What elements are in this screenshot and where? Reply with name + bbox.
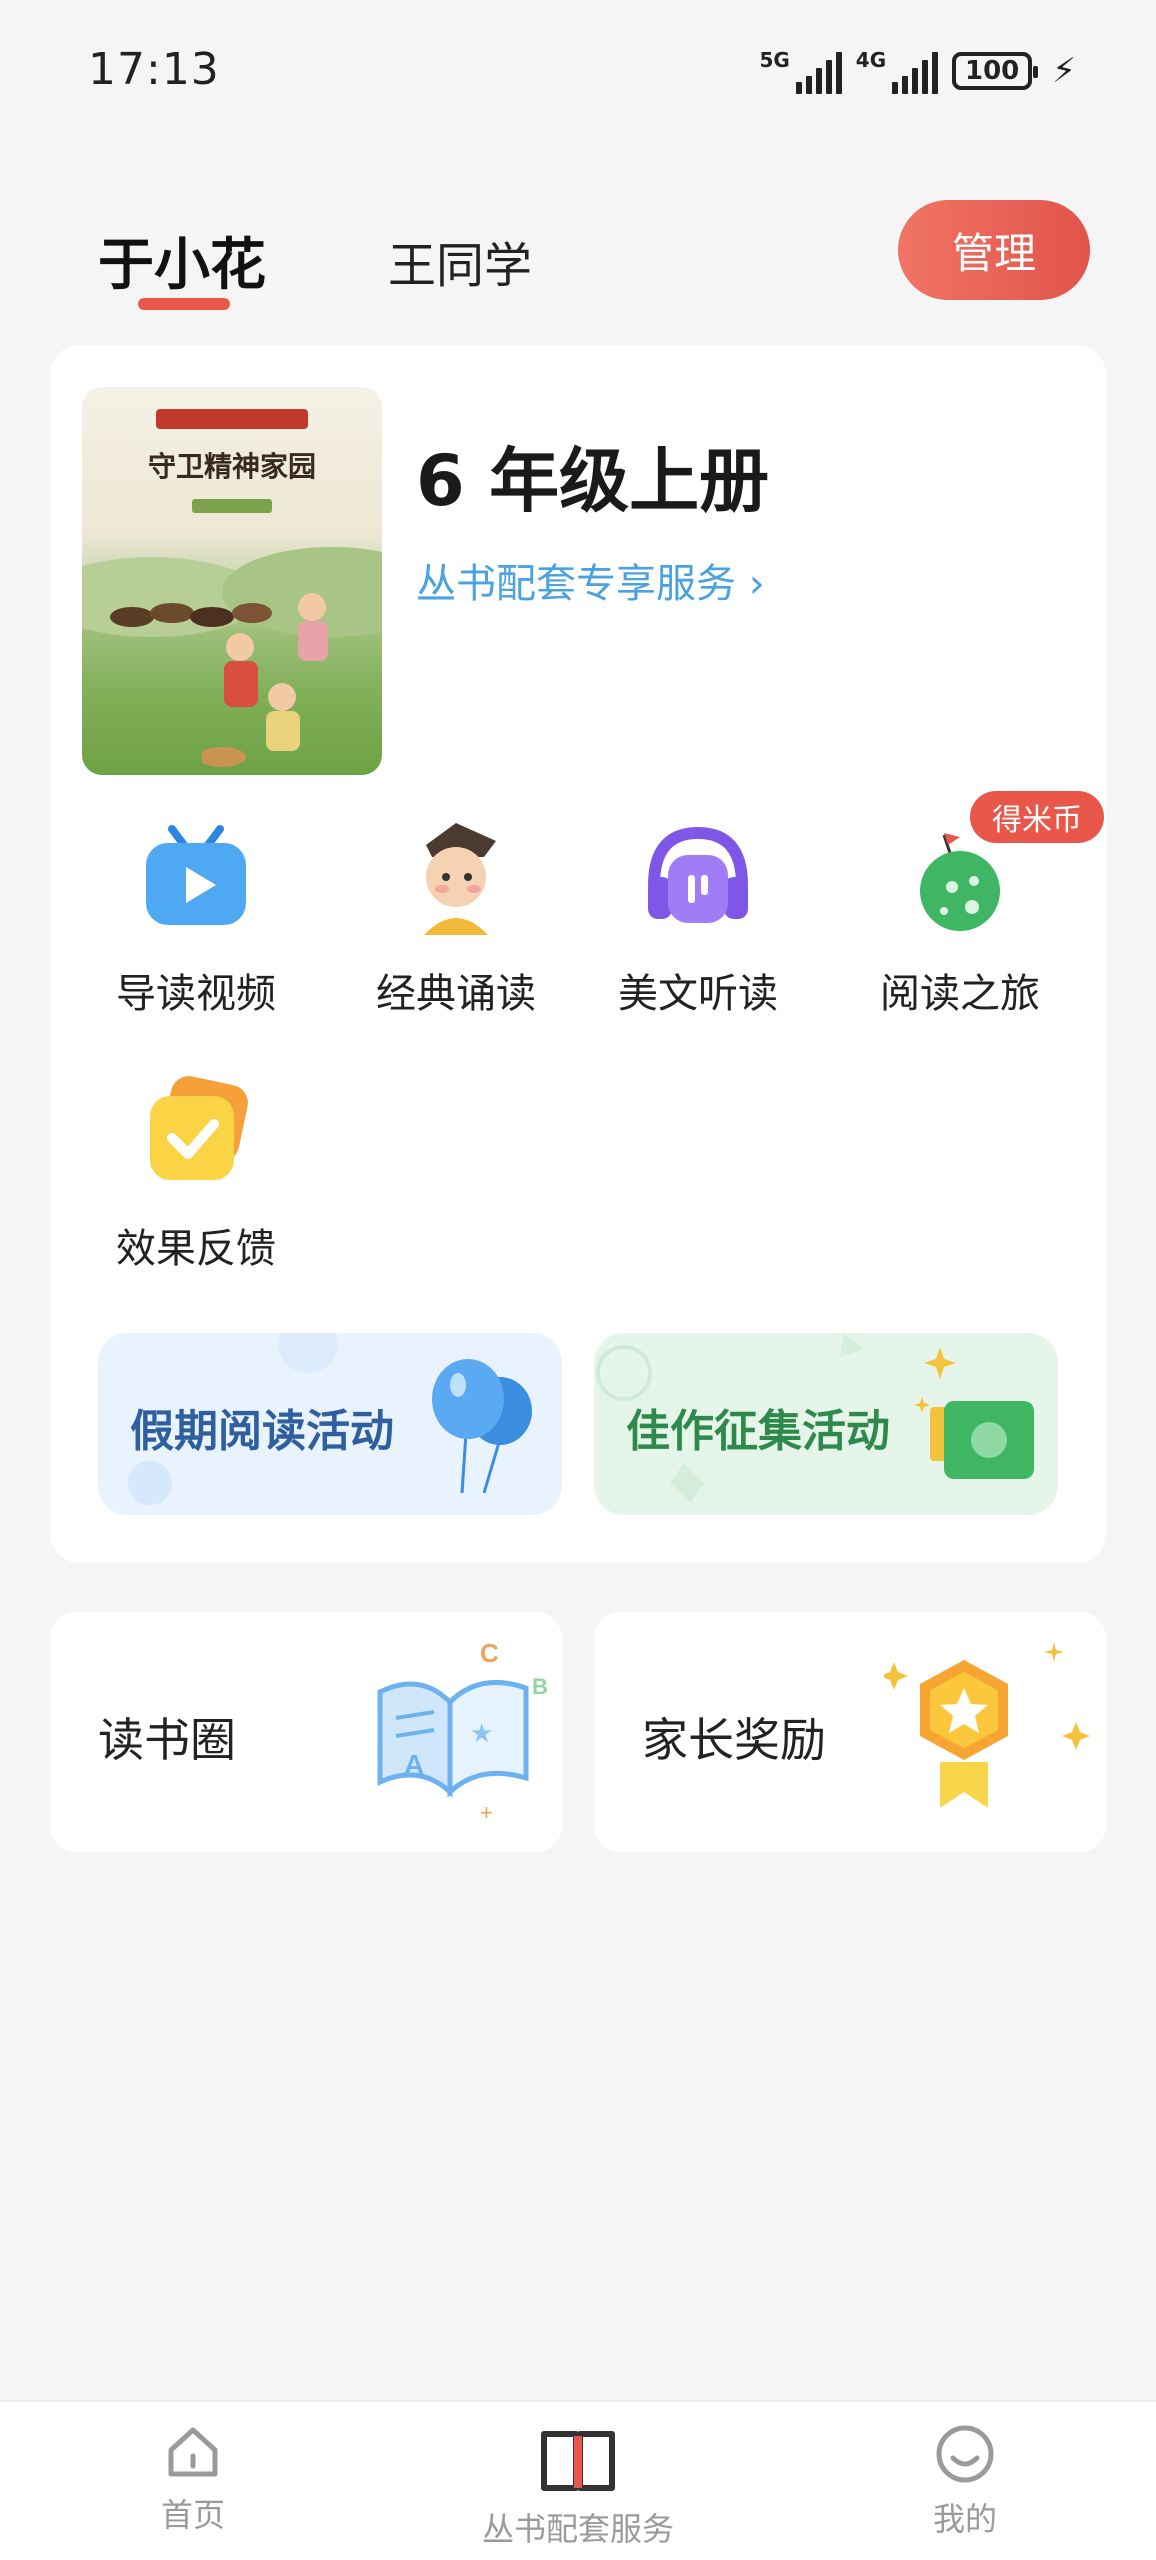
status-bar: 17:13 5G 4G 100 ⚡ [0,0,1156,140]
svg-text:★: ★ [470,1718,493,1748]
bottom-nav: 首页 丛书配套服务 我的 [0,2400,1156,2560]
network-label-5g: 5G [759,48,790,72]
nav-profile[interactable]: 我的 [910,2424,1020,2540]
book-cover-title: 守卫精神家园 [147,450,316,483]
svg-text:B: B [532,1674,548,1699]
book-cover[interactable]: 守卫精神家园 [82,387,382,775]
tv-play-icon [136,815,256,935]
bolt-icon: ⚡ [1052,51,1076,91]
book-cover-strip [156,409,308,429]
medal-reward-icon [884,1642,1090,1808]
tab-profile-inactive[interactable]: 王同学 [388,226,532,296]
book-cover-subtitle-strip [192,499,272,513]
scholar-character-icon [396,815,516,935]
feature-label: 美文听读 [618,971,778,1017]
reading-circle-label: 读书圈 [98,1713,236,1767]
feature-guide-video[interactable]: 导读视频 [96,815,296,1019]
parent-reward-card[interactable]: 家长奖励 [594,1612,1106,1852]
nav-home[interactable]: 首页 [138,2424,248,2536]
nav-label: 我的 [932,2500,997,2538]
status-icons: 5G 4G 100 ⚡ [759,48,1076,94]
check-card-icon [136,1070,256,1190]
holiday-reading-banner[interactable]: 假期阅读活动 [98,1333,562,1515]
grade-title: 6 年级上册 [416,440,770,522]
contest-activity-banner[interactable]: 佳作征集活动 [594,1333,1058,1515]
battery-level: 100 [964,56,1020,86]
book-card: 守卫精神家园 6 年级上册 丛书配套专享服务 › 导读视频 经典诵读 美文听读 … [50,345,1106,1563]
feature-effect-feedback[interactable]: 效果反馈 [96,1070,296,1274]
feature-label: 导读视频 [116,971,276,1017]
feature-reading-journey[interactable]: 阅读之旅 [860,815,1060,1019]
tab-profile-active[interactable]: 于小花 [98,220,266,301]
balloons-icon [432,1359,532,1494]
holiday-reading-label: 假期阅读活动 [130,1406,394,1457]
svg-text:A: A [404,1749,424,1780]
feature-label: 阅读之旅 [880,971,1040,1017]
contest-activity-label: 佳作征集活动 [626,1406,890,1457]
nav-book-service[interactable]: 丛书配套服务 [470,2424,686,2550]
battery-icon: 100 [952,52,1039,90]
feature-label: 经典诵读 [376,971,536,1017]
open-book-illustration-icon: C B A ★ + [377,1642,548,1825]
svg-text:+: + [480,1800,493,1825]
tab-underline [138,298,230,310]
feature-label: 效果反馈 [116,1226,276,1272]
service-link[interactable]: 丛书配套专享服务 › [416,551,765,609]
signal-5g-icon: 5G [759,48,842,94]
headphones-icon [638,815,758,935]
feature-listen-reading[interactable]: 美文听读 [598,815,798,1019]
status-time: 17:13 [88,44,220,95]
coin-badge: 得米币 [970,791,1104,843]
profile-tabs: 于小花 王同学 管理 [0,190,1156,320]
network-label-4g: 4G [855,48,887,72]
svg-text:C: C [480,1642,499,1668]
children-illustration [202,593,328,767]
smile-profile-icon [936,2425,994,2483]
nav-label: 丛书配套服务 [481,2510,674,2548]
home-icon [168,2427,218,2477]
open-book-icon [541,2431,615,2491]
signal-4g-icon: 4G [855,48,939,94]
feature-classic-recital[interactable]: 经典诵读 [356,815,556,1019]
manage-button[interactable]: 管理 [898,200,1090,300]
sparkle-money-icon [914,1347,1034,1479]
nav-label: 首页 [160,2496,225,2534]
reading-circle-card[interactable]: 读书圈 C B A ★ + [50,1612,562,1852]
parent-reward-label: 家长奖励 [642,1713,826,1767]
